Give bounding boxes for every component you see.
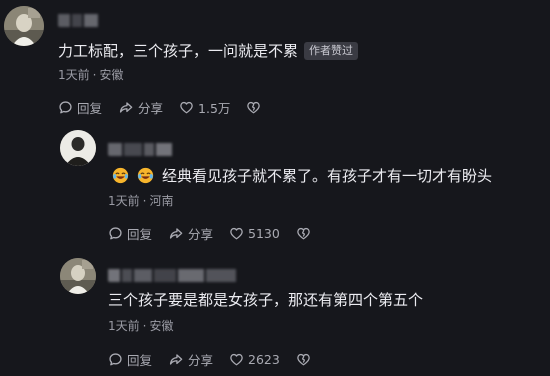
- share-label: 分享: [138, 101, 164, 116]
- comment-text: 三个孩子要是都是女孩子，那还有第四个第五个: [108, 290, 423, 310]
- like-count: 5130: [248, 226, 280, 241]
- avatar[interactable]: [4, 6, 44, 46]
- comment-time: 1天前: [58, 68, 90, 82]
- comment-text-content: 力工标配，三个孩子，一问就是不累: [58, 42, 299, 60]
- share-button[interactable]: 分享: [168, 224, 213, 243]
- laughing-crying-emoji: [112, 167, 129, 184]
- author-liked-badge: 作者赞过: [304, 42, 359, 60]
- comment-actions: 回复 分享 5130: [108, 224, 331, 243]
- comment-meta: 1天前 · 河南: [108, 192, 173, 209]
- heart-icon: [230, 227, 243, 240]
- reply-button[interactable]: 回复: [108, 224, 152, 243]
- comment-text-content: 经典看见孩子就不累了。有孩子才有一切才有盼头: [162, 167, 493, 185]
- comment-1: 力工标配，三个孩子，一问就是不累 作者赞过 1天前 · 安徽 回复 分享 1.5万: [0, 0, 550, 120]
- like-button[interactable]: 1.5万: [179, 98, 230, 117]
- comment-meta: 1天前 · 安徽: [58, 66, 123, 83]
- meta-separator: ·: [92, 68, 97, 82]
- reply-label: 回复: [77, 101, 103, 116]
- comment-location: 安徽: [99, 68, 124, 82]
- heart-icon: [180, 101, 193, 114]
- comment-bubble-icon: [109, 353, 122, 366]
- comment-actions: 回复 分享 2623: [108, 350, 331, 369]
- avatar[interactable]: [60, 130, 96, 166]
- avatar[interactable]: [60, 258, 96, 294]
- like-button[interactable]: 5130: [229, 226, 280, 241]
- comment-location: 安徽: [149, 319, 174, 333]
- meta-separator: ·: [142, 194, 147, 208]
- dislike-button[interactable]: [296, 226, 315, 241]
- comment-bubble-icon: [59, 101, 72, 114]
- share-arrow-icon: [119, 102, 133, 113]
- share-button[interactable]: 分享: [118, 98, 163, 117]
- broken-heart-icon: [297, 353, 310, 366]
- comment-location: 河南: [149, 194, 174, 208]
- meta-separator: ·: [142, 319, 147, 333]
- comment-bubble-icon: [109, 227, 122, 240]
- share-arrow-icon: [169, 354, 183, 365]
- username-blurred[interactable]: [108, 142, 180, 156]
- avatar-image: [60, 130, 96, 166]
- like-count: 1.5万: [198, 101, 231, 116]
- comment-text: 力工标配，三个孩子，一问就是不累 作者赞过: [58, 41, 359, 61]
- dislike-button[interactable]: [296, 352, 315, 367]
- share-label: 分享: [188, 353, 214, 368]
- comment-2: 经典看见孩子就不累了。有孩子才有一切才有盼头 1天前 · 河南 回复 分享 5130: [0, 120, 550, 250]
- comment-text-content: 三个孩子要是都是女孩子，那还有第四个第五个: [108, 291, 424, 309]
- avatar-image: [60, 258, 96, 294]
- broken-heart-icon: [247, 101, 261, 114]
- dislike-button[interactable]: [246, 100, 265, 115]
- reply-label: 回复: [127, 353, 153, 368]
- comment-thread: 力工标配，三个孩子，一问就是不累 作者赞过 1天前 · 安徽 回复 分享 1.5万: [0, 0, 550, 376]
- reply-button[interactable]: 回复: [108, 350, 152, 369]
- comment-text: 经典看见孩子就不累了。有孩子才有一切才有盼头: [112, 166, 492, 186]
- comment-time: 1天前: [108, 194, 140, 208]
- heart-icon: [230, 353, 243, 366]
- share-button[interactable]: 分享: [168, 350, 213, 369]
- laughing-crying-emoji: [137, 167, 154, 184]
- username-blurred[interactable]: [58, 13, 102, 27]
- username-blurred[interactable]: [108, 268, 242, 282]
- comment-actions: 回复 分享 1.5万: [58, 98, 281, 117]
- reply-label: 回复: [127, 227, 153, 242]
- avatar-image: [4, 6, 44, 46]
- share-label: 分享: [188, 227, 214, 242]
- share-arrow-icon: [169, 228, 183, 239]
- broken-heart-icon: [297, 227, 310, 240]
- comment-3: 三个孩子要是都是女孩子，那还有第四个第五个 1天前 · 安徽 回复 分享 2623: [0, 250, 550, 376]
- like-button[interactable]: 2623: [229, 352, 280, 367]
- like-count: 2623: [248, 352, 280, 367]
- comment-meta: 1天前 · 安徽: [108, 317, 173, 334]
- reply-button[interactable]: 回复: [58, 98, 102, 117]
- comment-time: 1天前: [108, 319, 140, 333]
